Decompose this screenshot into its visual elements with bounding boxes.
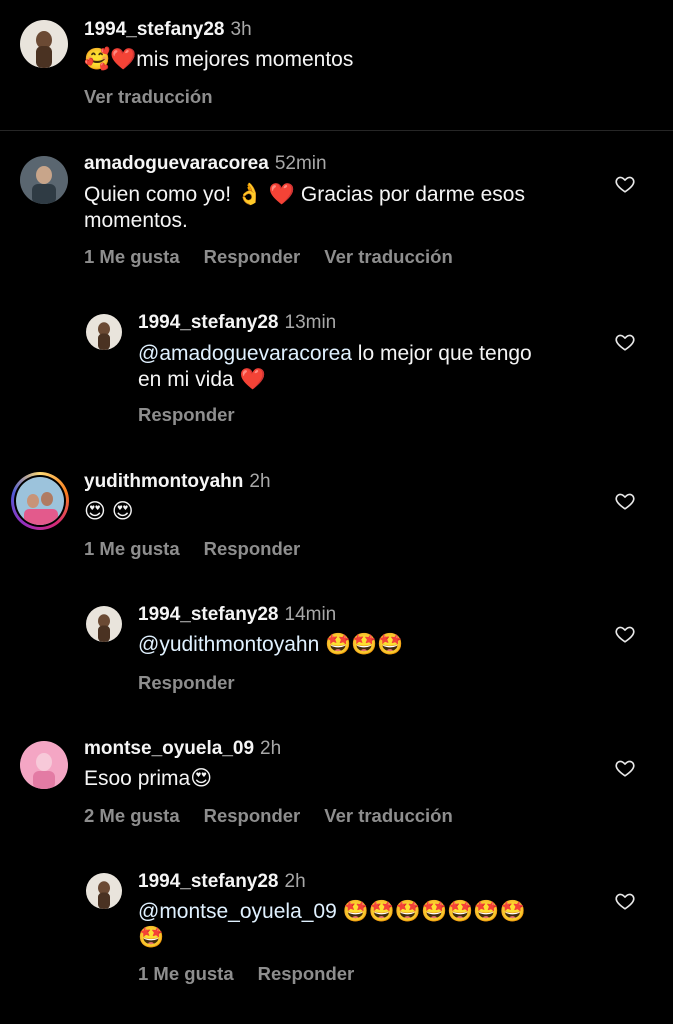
avatar[interactable] (86, 873, 122, 909)
comment-actions: 2 Me gusta Responder Ver traducción (84, 805, 477, 827)
mention-link[interactable]: @montse_oyuela_09 (138, 900, 337, 923)
heart-outline-icon[interactable] (614, 890, 636, 912)
comment-actions: 1 Me gusta Responder Ver traducción (84, 246, 477, 268)
likes-count[interactable]: 1 Me gusta (138, 963, 234, 984)
heart-outline-icon[interactable] (614, 623, 636, 645)
heart-outline-icon[interactable] (614, 331, 636, 353)
likes-count[interactable]: 2 Me gusta (84, 805, 180, 826)
avatar[interactable] (86, 314, 122, 350)
username[interactable]: 1994_stefany28 (138, 312, 279, 333)
comment-line: 🤩 (138, 926, 165, 949)
comment-text: @amadoguevaracorea lo mejor que tengo en… (138, 341, 598, 393)
translate-link[interactable]: Ver traducción (324, 805, 453, 826)
likes-count[interactable]: 1 Me gusta (84, 538, 180, 559)
reply-button[interactable]: Responder (204, 246, 301, 267)
comment-actions: 1 Me gusta Responder (138, 963, 378, 985)
avatar[interactable] (20, 20, 68, 68)
comment-header: 1994_stefany28 2h (138, 871, 306, 893)
timestamp: 2h (260, 738, 282, 759)
comment-text: 😍 😍 (84, 500, 134, 523)
username[interactable]: yudithmontoyahn (84, 471, 243, 492)
heart-outline-icon[interactable] (614, 173, 636, 195)
username[interactable]: amadoguevaracorea (84, 153, 269, 174)
mention-link[interactable]: @yudithmontoyahn (138, 633, 319, 656)
reply-button[interactable]: Responder (138, 672, 235, 693)
mention-link[interactable]: @amadoguevaracorea (138, 342, 352, 365)
timestamp: 2h (249, 471, 271, 492)
comment-text: Quien como yo! 👌 ❤️ Gracias por darme es… (84, 182, 604, 234)
comment-header: montse_oyuela_09 2h (84, 738, 281, 760)
comment-line: momentos. (84, 209, 188, 232)
comment-header: 1994_stefany28 14min (138, 604, 336, 626)
comment-text: Esoo prima😍 (84, 767, 213, 790)
comment-line: Quien como yo! 👌 ❤️ Gracias por darme es… (84, 183, 525, 206)
timestamp: 52min (274, 153, 327, 174)
reply-button[interactable]: Responder (258, 963, 355, 984)
comment-header: 1994_stefany28 13min (138, 312, 336, 334)
username[interactable]: 1994_stefany28 (84, 19, 225, 40)
reply-button[interactable]: Responder (204, 805, 301, 826)
reply-button[interactable]: Responder (138, 404, 235, 425)
likes-count[interactable]: 1 Me gusta (84, 246, 180, 267)
caption-header: 1994_stefany28 3h (84, 19, 252, 41)
comment-line: @montse_oyuela_09 🤩🤩🤩🤩🤩🤩🤩 (138, 899, 598, 925)
comment-text: @montse_oyuela_09 🤩🤩🤩🤩🤩🤩🤩 🤩 (138, 899, 598, 951)
avatar[interactable] (16, 477, 64, 525)
avatar[interactable] (20, 156, 68, 204)
reply-button[interactable]: Responder (204, 538, 301, 559)
heart-outline-icon[interactable] (614, 757, 636, 779)
timestamp: 14min (284, 604, 337, 625)
comment-text-rest: 🤩🤩🤩 (319, 633, 404, 656)
comment-header: amadoguevaracorea 52min (84, 153, 327, 175)
avatar[interactable] (86, 606, 122, 642)
comment-text: @yudithmontoyahn 🤩🤩🤩 (138, 632, 598, 658)
translate-link[interactable]: Ver traducción (84, 86, 213, 107)
caption-text: 🥰❤️mis mejores momentos (84, 48, 354, 71)
translate-link[interactable]: Ver traducción (324, 246, 453, 267)
username[interactable]: montse_oyuela_09 (84, 738, 254, 759)
avatar[interactable] (20, 741, 68, 789)
timestamp: 2h (284, 871, 306, 892)
comment-line: @amadoguevaracorea lo mejor que tengo (138, 341, 598, 367)
comment-actions: Responder (138, 404, 259, 426)
username[interactable]: 1994_stefany28 (138, 871, 279, 892)
comment-actions: Responder (138, 672, 259, 694)
comment-line: en mi vida ❤️ (138, 368, 266, 391)
caption-actions: Ver traducción (84, 86, 237, 108)
username[interactable]: 1994_stefany28 (138, 604, 279, 625)
comment-header: yudithmontoyahn 2h (84, 471, 271, 493)
comment-actions: 1 Me gusta Responder (84, 538, 324, 560)
heart-outline-icon[interactable] (614, 490, 636, 512)
divider (0, 130, 673, 131)
timestamp: 3h (230, 19, 252, 40)
timestamp: 13min (284, 312, 337, 333)
comment-text-rest: lo mejor que tengo (351, 342, 532, 365)
comment-text-rest: 🤩🤩🤩🤩🤩🤩🤩 (336, 900, 526, 923)
